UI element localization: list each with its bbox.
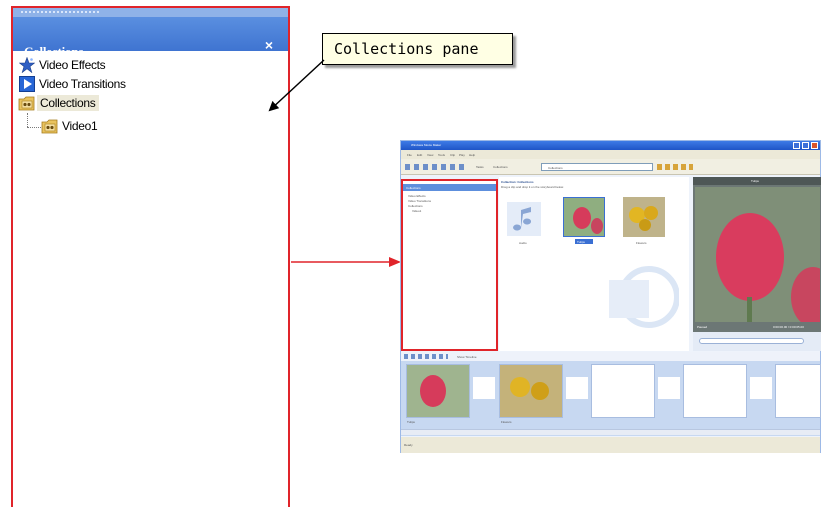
mini-menu-play[interactable]: Play xyxy=(459,153,465,157)
mini-thumb-label-selected: Tulips xyxy=(575,239,593,244)
mini-story-cell[interactable] xyxy=(499,364,563,418)
mini-menu-edit[interactable]: Edit xyxy=(417,153,422,157)
mini-story-cell[interactable] xyxy=(591,364,655,418)
mini-menubar: File Edit View Tools Clip Play Help xyxy=(401,150,820,159)
mini-menu-file[interactable]: File xyxy=(407,153,412,157)
mini-tasks-button[interactable]: Tasks xyxy=(476,165,484,169)
mini-transition-cell[interactable] xyxy=(658,377,680,399)
mini-transition-cell[interactable] xyxy=(750,377,772,399)
mini-transition-cell[interactable] xyxy=(473,377,495,399)
filmstrip-watermark xyxy=(609,266,679,328)
mini-thumb-flowers[interactable] xyxy=(623,197,665,237)
mini-story-cell[interactable] xyxy=(775,364,821,418)
mini-statusbar: Ready xyxy=(401,437,820,453)
mini-minimize-icon[interactable] xyxy=(793,142,800,149)
mini-pane-title: Collections xyxy=(406,186,421,190)
mini-menu-view[interactable]: View xyxy=(427,153,433,157)
mini-content-title: Collection: Collections xyxy=(501,180,534,184)
mini-pane-item[interactable]: Video Transitions xyxy=(408,199,431,203)
mini-storyboard-icons[interactable] xyxy=(404,354,448,359)
mini-thumb-audio[interactable] xyxy=(507,202,541,236)
mini-maximize-icon[interactable] xyxy=(802,142,809,149)
mini-storyboard-toolbar: Show Timeline xyxy=(401,352,820,361)
mini-preview-status: Paused xyxy=(697,325,708,329)
mini-storyboard: Tulips Flowers xyxy=(401,361,821,436)
mini-thumb-tulips[interactable] xyxy=(563,197,605,237)
mini-collections-button[interactable]: Collections xyxy=(493,165,508,169)
mini-playback-controls[interactable] xyxy=(693,332,821,351)
mini-transition-cell[interactable] xyxy=(566,377,588,399)
mini-pane-item[interactable]: Video1 xyxy=(412,209,421,213)
mini-close-icon[interactable] xyxy=(811,142,818,149)
mini-preview-time: 0:00:00.00 / 0:00:05.00 xyxy=(773,325,804,329)
mini-pane-item[interactable]: Collections xyxy=(408,204,423,208)
mini-preview-monitor: Tulips Paused 0:00:00.00 / 0:00:05.00 xyxy=(693,177,821,351)
mini-status-text: Ready xyxy=(404,443,413,447)
mini-menu-help[interactable]: Help xyxy=(469,153,475,157)
music-note-icon xyxy=(513,207,531,231)
tulip-image xyxy=(564,198,604,236)
mini-tool-icons[interactable] xyxy=(405,164,465,170)
tulip-image xyxy=(407,365,469,417)
mini-scrollbar[interactable] xyxy=(401,429,820,435)
mini-story-cell[interactable] xyxy=(406,364,470,418)
flowers-image xyxy=(500,365,562,417)
mini-thumb-label: Audio xyxy=(519,241,527,245)
mini-window-title: Windows Movie Maker xyxy=(411,143,442,147)
mini-preview-image xyxy=(695,187,820,322)
mini-story-label: Flowers xyxy=(501,420,512,424)
mini-contents-area: Collection: Collections Drag a clip and … xyxy=(499,177,689,351)
mini-seek-bar[interactable] xyxy=(699,338,804,344)
mini-menu-clip[interactable]: Clip xyxy=(450,153,455,157)
mini-content-subtitle: Drag a clip and drop it on the storyboar… xyxy=(501,185,564,189)
mini-preview-header: Tulips xyxy=(693,177,821,185)
movie-maker-screenshot: Windows Movie Maker File Edit View Tools… xyxy=(400,140,821,453)
mini-preview-title: Tulips xyxy=(751,179,759,183)
callout-arrow xyxy=(268,59,325,112)
mini-pane-header: Collections xyxy=(403,184,496,191)
mini-view-icons[interactable] xyxy=(657,164,693,170)
mini-pane-item[interactable]: Video Effects xyxy=(408,194,426,198)
mini-story-cell[interactable] xyxy=(683,364,747,418)
mini-collections-pane: Collections Video Effects Video Transiti… xyxy=(401,179,498,351)
mini-toolbar: Tasks Collections Collections xyxy=(401,159,820,175)
mini-story-label: Tulips xyxy=(407,420,415,424)
mini-collections-dropdown[interactable]: Collections xyxy=(541,163,653,171)
mini-dropdown-value: Collections xyxy=(548,166,563,170)
mini-show-timeline[interactable]: Show Timeline xyxy=(457,355,477,359)
mini-menu-tools[interactable]: Tools xyxy=(438,153,445,157)
flowers-image xyxy=(623,197,665,237)
mini-thumb-label: Flowers xyxy=(636,241,647,245)
mini-titlebar: Windows Movie Maker xyxy=(401,141,820,150)
